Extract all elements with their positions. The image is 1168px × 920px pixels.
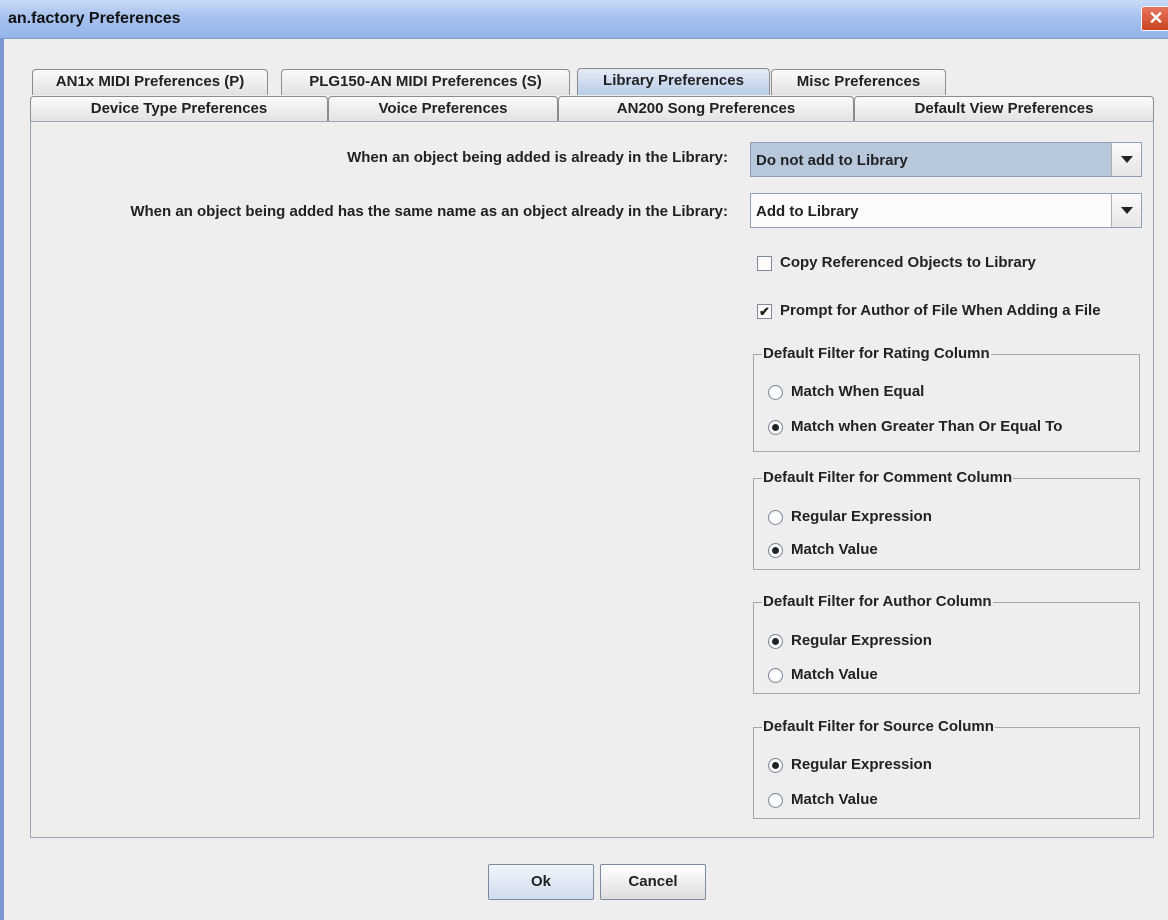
source-filter-group: Default Filter for Source Column Regular…	[753, 718, 1140, 819]
rating-filter-group: Default Filter for Rating Column Match W…	[753, 345, 1140, 452]
author-match-value-radio[interactable]	[768, 668, 783, 683]
prompt-author-label[interactable]: Prompt for Author of File When Adding a …	[780, 302, 1101, 319]
rating-match-gte-label[interactable]: Match when Greater Than Or Equal To	[791, 418, 1062, 435]
copy-referenced-checkbox[interactable]	[757, 256, 772, 271]
author-filter-title: Default Filter for Author Column	[762, 593, 993, 610]
window-title: an.factory Preferences	[8, 10, 181, 27]
source-regex-radio[interactable]	[768, 758, 783, 773]
tab-default-view-preferences[interactable]: Default View Preferences	[854, 96, 1154, 122]
rating-match-gte-radio[interactable]	[768, 420, 783, 435]
source-match-value-label[interactable]: Match Value	[791, 791, 878, 808]
comment-filter-group: Default Filter for Comment Column Regula…	[753, 469, 1140, 570]
copy-referenced-label[interactable]: Copy Referenced Objects to Library	[780, 254, 1036, 271]
ok-button[interactable]: Ok	[488, 864, 594, 900]
chevron-down-icon[interactable]	[1111, 194, 1141, 227]
tab-device-type-preferences[interactable]: Device Type Preferences	[30, 96, 328, 122]
comment-regex-label[interactable]: Regular Expression	[791, 508, 932, 525]
author-regex-radio[interactable]	[768, 634, 783, 649]
same-name-value: Add to Library	[756, 203, 859, 220]
comment-regex-radio[interactable]	[768, 510, 783, 525]
same-name-label: When an object being added has the same …	[130, 203, 728, 220]
rating-filter-title: Default Filter for Rating Column	[762, 345, 991, 362]
close-icon[interactable]: ✕	[1141, 6, 1168, 31]
source-regex-label[interactable]: Regular Expression	[791, 756, 932, 773]
same-name-select[interactable]: Add to Library	[750, 193, 1142, 228]
prompt-author-checkbox[interactable]: ✔	[757, 304, 772, 319]
already-in-library-select[interactable]: Do not add to Library	[750, 142, 1142, 177]
already-in-library-label: When an object being added is already in…	[347, 149, 728, 166]
comment-match-value-label[interactable]: Match Value	[791, 541, 878, 558]
tab-an200-song-preferences[interactable]: AN200 Song Preferences	[558, 96, 854, 122]
rating-match-equal-radio[interactable]	[768, 385, 783, 400]
author-regex-label[interactable]: Regular Expression	[791, 632, 932, 649]
comment-filter-title: Default Filter for Comment Column	[762, 469, 1014, 486]
tab-voice-preferences[interactable]: Voice Preferences	[328, 96, 558, 122]
already-in-library-value: Do not add to Library	[756, 152, 908, 169]
tab-library-preferences[interactable]: Library Preferences	[577, 68, 770, 95]
tab-misc-preferences[interactable]: Misc Preferences	[771, 69, 946, 95]
tab-plg150-an-midi-preferences[interactable]: PLG150-AN MIDI Preferences (S)	[281, 69, 570, 95]
window-frame-left	[0, 38, 4, 920]
source-match-value-radio[interactable]	[768, 793, 783, 808]
title-bar: an.factory Preferences ✕	[0, 0, 1168, 39]
rating-match-equal-label[interactable]: Match When Equal	[791, 383, 924, 400]
check-icon: ✔	[759, 304, 770, 319]
author-filter-group: Default Filter for Author Column Regular…	[753, 593, 1140, 694]
author-match-value-label[interactable]: Match Value	[791, 666, 878, 683]
comment-match-value-radio[interactable]	[768, 543, 783, 558]
cancel-button[interactable]: Cancel	[600, 864, 706, 900]
tab-an1x-midi-preferences[interactable]: AN1x MIDI Preferences (P)	[32, 69, 268, 95]
source-filter-title: Default Filter for Source Column	[762, 718, 995, 735]
chevron-down-icon[interactable]	[1111, 143, 1141, 176]
